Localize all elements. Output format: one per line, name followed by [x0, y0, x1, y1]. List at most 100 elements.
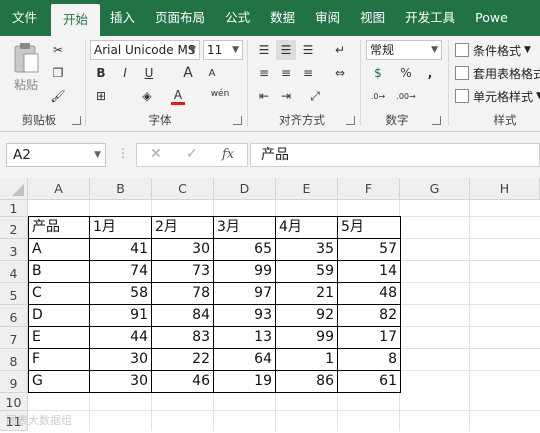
column-header-g[interactable]: G: [400, 178, 470, 200]
cell-b5[interactable]: 58: [90, 283, 151, 304]
cell-a4[interactable]: B: [29, 261, 89, 282]
merge-cells-icon[interactable]: ⇔: [330, 63, 350, 83]
italic-button[interactable]: I: [115, 63, 135, 83]
tab-power[interactable]: Powe: [465, 0, 508, 36]
cell-d9[interactable]: 19: [214, 371, 275, 392]
column-header-b[interactable]: B: [90, 178, 152, 200]
cell-f6[interactable]: 82: [338, 305, 400, 326]
cell-c2[interactable]: 2月: [152, 217, 213, 238]
cancel-icon[interactable]: ✕: [150, 146, 162, 162]
name-box[interactable]: A2 ▼: [6, 143, 106, 167]
row-header-7[interactable]: 7: [0, 327, 28, 349]
align-bottom-icon[interactable]: ☰: [298, 40, 318, 60]
cell-c9[interactable]: 46: [152, 371, 213, 392]
number-launcher-icon[interactable]: [432, 116, 441, 125]
column-header-e[interactable]: E: [276, 178, 338, 200]
cell-d8[interactable]: 64: [214, 349, 275, 370]
font-color-button[interactable]: A: [168, 86, 188, 106]
copy-icon[interactable]: ❐: [48, 63, 68, 83]
cell-b3[interactable]: 41: [90, 239, 151, 260]
number-format-combo[interactable]: 常规 ▼: [366, 40, 442, 60]
cell-f4[interactable]: 14: [338, 261, 400, 282]
cell-c3[interactable]: 30: [152, 239, 213, 260]
cell-f7[interactable]: 17: [338, 327, 400, 348]
align-right-icon[interactable]: ≡: [298, 63, 318, 83]
increase-decimal-icon[interactable]: .0→: [368, 86, 388, 106]
grow-font-button[interactable]: A: [178, 63, 198, 83]
cell-a3[interactable]: A: [29, 239, 89, 260]
currency-button[interactable]: $: [368, 63, 388, 83]
cell-d4[interactable]: 99: [214, 261, 275, 282]
cell-d5[interactable]: 97: [214, 283, 275, 304]
formula-input[interactable]: 产品: [250, 143, 540, 167]
row-header-8[interactable]: 8: [0, 349, 28, 371]
cell-a9[interactable]: G: [29, 371, 89, 392]
cell-e8[interactable]: 1: [276, 349, 337, 370]
cell-a8[interactable]: F: [29, 349, 89, 370]
row-header-5[interactable]: 5: [0, 283, 28, 305]
row-header-9[interactable]: 9: [0, 371, 28, 393]
row-header-10[interactable]: 10: [0, 393, 28, 411]
decrease-indent-icon[interactable]: ⇤: [254, 86, 274, 106]
cell-b2[interactable]: 1月: [90, 217, 151, 238]
cell-d7[interactable]: 13: [214, 327, 275, 348]
tab-file[interactable]: 文件: [0, 0, 51, 36]
row-header-1[interactable]: 1: [0, 200, 28, 217]
bold-button[interactable]: B: [91, 63, 111, 83]
alignment-launcher-icon[interactable]: [346, 116, 355, 125]
cell-c5[interactable]: 78: [152, 283, 213, 304]
cell-f9[interactable]: 61: [338, 371, 400, 392]
shrink-font-button[interactable]: A: [202, 63, 222, 83]
cell-d6[interactable]: 93: [214, 305, 275, 326]
paste-button[interactable]: 粘贴: [8, 42, 44, 104]
phonetic-button[interactable]: wén: [210, 84, 230, 104]
select-all-corner[interactable]: [0, 178, 28, 200]
cell-b8[interactable]: 30: [90, 349, 151, 370]
cell-a6[interactable]: D: [29, 305, 89, 326]
cell-c8[interactable]: 22: [152, 349, 213, 370]
column-header-h[interactable]: H: [470, 178, 540, 200]
column-header-f[interactable]: F: [338, 178, 400, 200]
conditional-format-button[interactable]: 条件格式 ▼: [455, 40, 531, 60]
row-header-3[interactable]: 3: [0, 239, 28, 261]
cell-e5[interactable]: 21: [276, 283, 337, 304]
column-header-a[interactable]: A: [28, 178, 90, 200]
tab-developer[interactable]: 开发工具: [395, 0, 465, 36]
decrease-decimal-icon[interactable]: .00→: [396, 86, 416, 106]
align-center-icon[interactable]: ≡: [276, 63, 296, 83]
tab-review[interactable]: 审阅: [305, 0, 350, 36]
cell-a7[interactable]: E: [29, 327, 89, 348]
format-painter-icon[interactable]: 🖌: [48, 86, 68, 106]
underline-button[interactable]: U: [139, 63, 159, 83]
cell-b6[interactable]: 91: [90, 305, 151, 326]
percent-button[interactable]: %: [396, 63, 416, 83]
format-as-table-button[interactable]: 套用表格格式: [455, 63, 540, 83]
tab-view[interactable]: 视图: [350, 0, 395, 36]
align-top-icon[interactable]: ☰: [254, 40, 274, 60]
cell-e2[interactable]: 4月: [276, 217, 337, 238]
cell-c7[interactable]: 83: [152, 327, 213, 348]
tab-data[interactable]: 数据: [260, 0, 305, 36]
font-size-combo[interactable]: 11 ▼: [203, 40, 243, 60]
cell-e4[interactable]: 59: [276, 261, 337, 282]
cell-e6[interactable]: 92: [276, 305, 337, 326]
cell-a2[interactable]: 产品: [29, 217, 89, 238]
insert-function-icon[interactable]: fx: [222, 147, 234, 162]
align-left-icon[interactable]: ≡: [254, 63, 274, 83]
clipboard-launcher-icon[interactable]: [72, 116, 81, 125]
cell-d3[interactable]: 65: [214, 239, 275, 260]
row-header-2[interactable]: 2: [0, 217, 28, 239]
tab-formulas[interactable]: 公式: [215, 0, 260, 36]
align-middle-icon[interactable]: ☰: [276, 40, 296, 60]
cell-d2[interactable]: 3月: [214, 217, 275, 238]
cell-e3[interactable]: 35: [276, 239, 337, 260]
cell-f5[interactable]: 48: [338, 283, 400, 304]
cell-e9[interactable]: 86: [276, 371, 337, 392]
row-header-6[interactable]: 6: [0, 305, 28, 327]
fill-color-icon[interactable]: ◈: [137, 86, 157, 106]
wrap-text-icon[interactable]: ↵: [330, 40, 350, 60]
cell-c6[interactable]: 84: [152, 305, 213, 326]
cell-f2[interactable]: 5月: [338, 217, 400, 238]
cell-a5[interactable]: C: [29, 283, 89, 304]
tab-insert[interactable]: 插入: [100, 0, 145, 36]
